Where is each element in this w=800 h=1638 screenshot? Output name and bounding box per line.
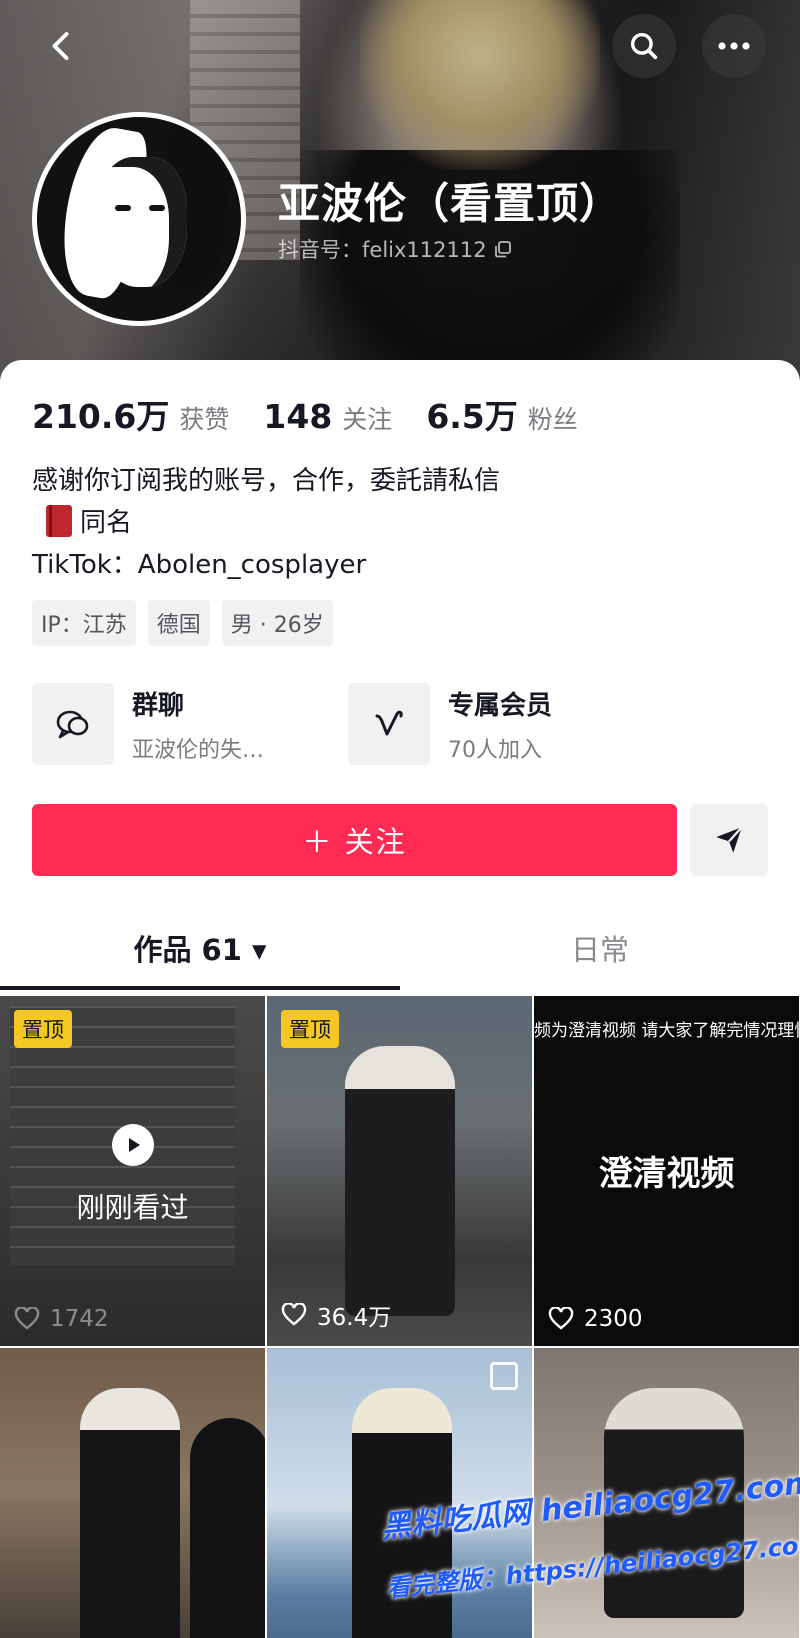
video-title: 澄清视频 [598,1154,735,1194]
group-chat-title: 群聊 [132,690,185,721]
video-thumbnail[interactable]: 置顶 刚刚看过 1742 [0,996,265,1346]
bio-line: 感谢你订阅我的账号，合作，委託請私信 [32,466,501,496]
profile-name: 亚波伦（看置顶） [278,179,623,228]
more-dots-icon [718,42,750,50]
avatar[interactable] [32,112,246,326]
country-tag: 德国 [147,600,210,646]
chevron-left-icon [52,32,69,60]
follow-button[interactable]: ＋ 关注 [32,804,677,876]
red-book-icon [46,505,72,537]
likes-label: 获赞 [179,405,230,434]
play-icon [112,1124,154,1166]
profile-tags: IP：江苏 德国 男 · 26岁 [32,600,333,646]
tab-works[interactable]: 作品 61 ▾ [0,908,400,988]
search-button[interactable] [612,14,676,78]
bio-line: 同名 [80,508,133,538]
v-badge-icon [375,710,403,736]
copy-icon[interactable] [493,239,513,259]
feature-entries: 群聊 亚波伦的失… 专属会员 70人加入 [32,682,772,766]
group-chat-entry[interactable]: 群聊 亚波伦的失… [32,682,264,766]
pinned-badge: 置顶 [14,1010,72,1048]
tab-daily[interactable]: 日常 [400,908,800,988]
like-count: 2300 [548,1306,643,1332]
recently-watched-label: 刚刚看过 [76,1191,189,1224]
following-label: 关注 [342,405,393,434]
bio-line: TikTok：Abolen_cosplayer [32,550,367,580]
video-caption: 频为澄清视频 请大家了解完情况理性 [534,1021,799,1041]
search-icon [630,32,658,60]
douyin-id[interactable]: 抖音号：felix112112 [278,234,513,264]
multi-image-icon [490,1362,518,1390]
group-chat-subtitle: 亚波伦的失… [132,737,265,763]
ip-tag: IP：江苏 [32,600,136,646]
stats-row: 210.6万 获赞 148 关注 6.5万 粉丝 [32,390,612,438]
likes-count[interactable]: 210.6万 [32,390,169,438]
bio: 感谢你订阅我的账号，合作，委託請私信 同名 TikTok：Abolen_cosp… [32,460,500,586]
video-thumbnail[interactable]: 频为澄清视频 请大家了解完情况理性 澄清视频 2300 [534,996,799,1346]
like-count: 36.4万 [281,1298,391,1332]
heart-icon [548,1307,574,1330]
share-button[interactable] [690,804,768,876]
video-thumbnail[interactable] [0,1348,265,1638]
membership-subtitle: 70人加入 [448,737,542,763]
pinned-badge: 置顶 [281,1010,339,1048]
send-icon [716,826,743,853]
followers-label: 粉丝 [527,405,578,434]
following-count[interactable]: 148 [263,397,332,436]
membership-title: 专属会员 [448,690,553,721]
like-count: 1742 [14,1306,109,1332]
heart-icon [281,1303,307,1326]
membership-entry[interactable]: 专属会员 70人加入 [348,682,552,766]
followers-count[interactable]: 6.5万 [426,390,517,438]
douyin-id-text: 抖音号：felix112112 [278,238,487,262]
chat-bubbles-icon [56,710,89,739]
video-thumbnail[interactable]: 置顶 36.4万 [267,996,532,1346]
more-button[interactable] [702,14,766,78]
heart-icon [14,1307,40,1330]
gender-age-tag: 男 · 26岁 [221,600,333,646]
active-tab-indicator [0,986,400,990]
back-button[interactable] [30,14,94,78]
content-tabs: 作品 61 ▾ 日常 [0,908,800,988]
